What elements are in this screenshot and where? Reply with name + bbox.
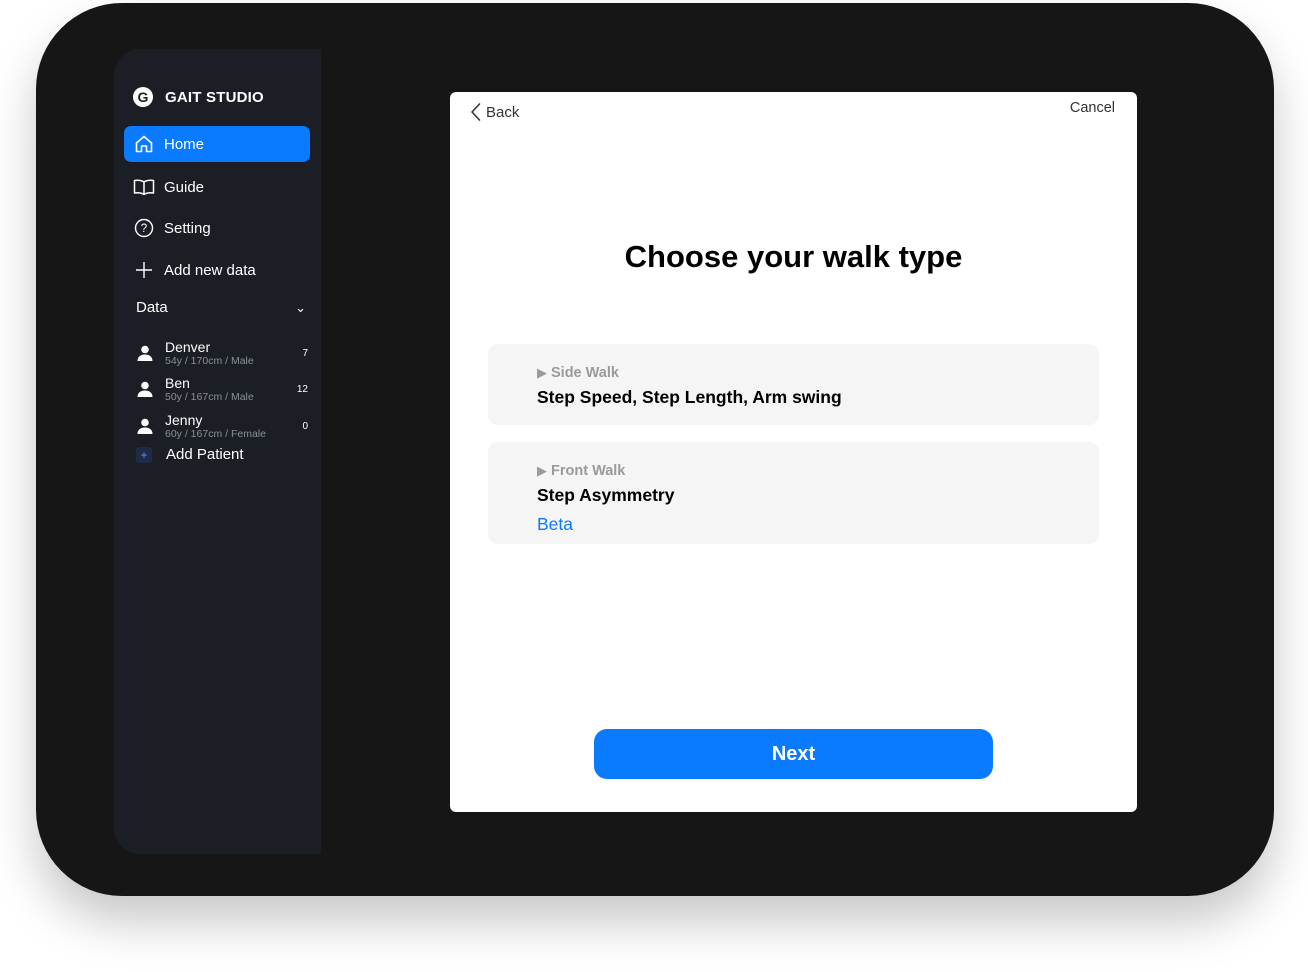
patient-meta: 54y / 170cm / Male [165, 354, 254, 367]
add-patient-button[interactable]: + Add Patient [136, 446, 244, 463]
hardware-button-top [170, 3, 220, 9]
option-type: Side Walk [551, 365, 619, 381]
patient-list-item[interactable]: Jenny 60y / 167cm / Female 0 [136, 410, 308, 442]
dialog-title: Choose your walk type [624, 239, 963, 274]
play-icon: ▶ [537, 365, 547, 380]
patient-count-badge: 7 [302, 347, 308, 359]
sidebar-item-label: Add new data [164, 261, 256, 279]
hardware-button-top [231, 3, 281, 9]
patient-meta: 50y / 167cm / Male [165, 390, 254, 403]
hardware-button-side [68, 69, 76, 129]
user-icon [136, 344, 154, 362]
patient-list-item[interactable]: Ben 50y / 167cm / Male 12 [136, 373, 308, 405]
question-circle-icon: ? [133, 217, 155, 239]
plus-icon: + [136, 446, 152, 463]
walk-option-side-walk[interactable]: ▶ Side Walk Step Speed, Step Length, Arm… [488, 344, 1099, 425]
tablet-frame: G GAIT STUDIO Home Guide ? Setting Add n… [36, 3, 1274, 896]
sidebar-item-add-new-data[interactable]: Add new data [124, 252, 310, 288]
sidebar-item-setting[interactable]: ? Setting [124, 210, 310, 246]
brand: G GAIT STUDIO [133, 87, 264, 107]
app-screen: G GAIT STUDIO Home Guide ? Setting Add n… [114, 49, 1268, 854]
logo-icon: G [133, 87, 153, 107]
user-icon [136, 380, 154, 398]
patient-count-badge: 12 [296, 383, 308, 395]
patient-name: Ben [165, 374, 190, 391]
svg-text:?: ? [141, 223, 147, 235]
add-patient-label: Add Patient [166, 446, 244, 463]
sidebar-item-guide[interactable]: Guide [124, 169, 310, 205]
option-title: Step Asymmetry [537, 485, 675, 505]
walk-option-front-walk[interactable]: ▶ Front Walk Step Asymmetry Beta [488, 442, 1099, 544]
sidebar-item-label: Setting [164, 219, 211, 237]
chevron-left-icon [471, 103, 481, 121]
back-button[interactable]: Back [470, 102, 519, 122]
next-button[interactable]: Next [594, 729, 993, 779]
walk-type-dialog: Back Cancel Choose your walk type ▶ Side… [450, 92, 1137, 812]
plus-icon [133, 259, 155, 281]
option-type: Front Walk [551, 463, 626, 479]
cancel-button[interactable]: Cancel [1070, 100, 1115, 116]
option-title: Step Speed, Step Length, Arm swing [537, 387, 842, 407]
patient-name: Jenny [165, 411, 203, 428]
app-name: GAIT STUDIO [165, 88, 264, 106]
sidebar-item-label: Home [164, 135, 205, 153]
user-icon [136, 417, 154, 435]
play-icon: ▶ [537, 463, 547, 478]
patient-name: Denver [165, 338, 211, 355]
patient-list-item[interactable]: Denver 54y / 170cm / Male 7 [136, 337, 308, 369]
data-section-label: Data [136, 299, 168, 316]
back-label: Back [486, 103, 520, 121]
patient-meta: 60y / 167cm / Female [165, 427, 266, 440]
book-icon [133, 176, 155, 198]
beta-badge: Beta [537, 514, 573, 534]
patient-count-badge: 0 [302, 420, 308, 432]
sidebar: G GAIT STUDIO Home Guide ? Setting Add n… [114, 49, 321, 854]
chevron-down-icon[interactable]: ⌄ [295, 300, 306, 316]
home-icon [133, 133, 155, 155]
data-section-header[interactable]: Data ⌄ [136, 299, 308, 316]
sidebar-item-home[interactable]: Home [124, 126, 310, 162]
sidebar-item-label: Guide [164, 178, 205, 196]
